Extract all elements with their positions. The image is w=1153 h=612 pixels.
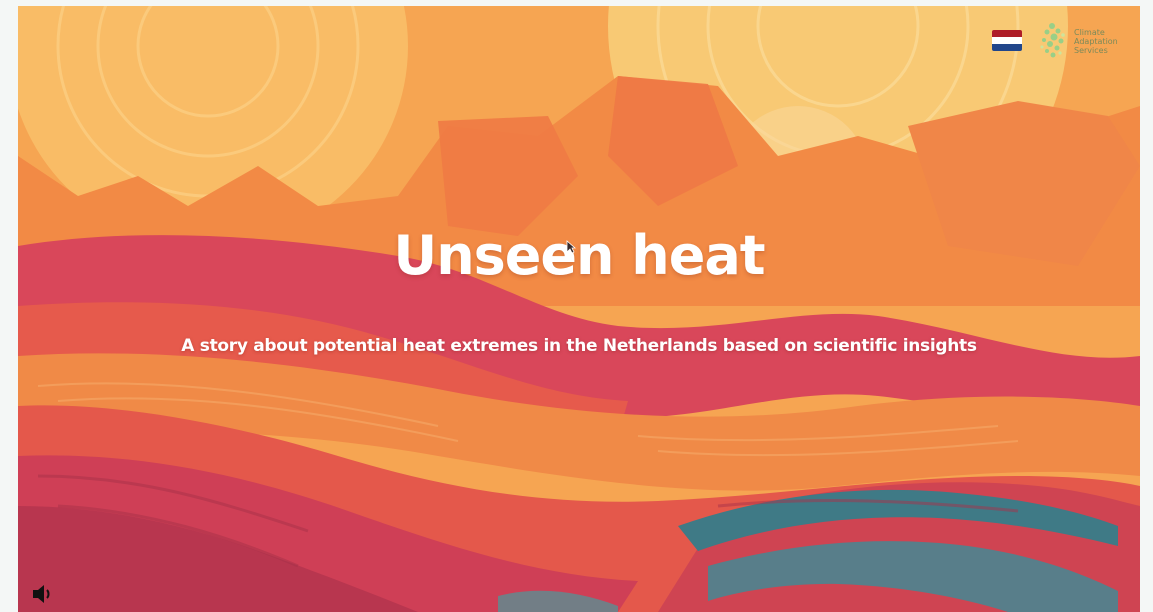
heat-landscape-illustration bbox=[18, 6, 1140, 612]
page-subtitle: A story about potential heat extremes in… bbox=[181, 336, 977, 356]
mouse-cursor-icon bbox=[566, 240, 576, 254]
speaker-icon[interactable] bbox=[30, 582, 56, 606]
language-toggle-button[interactable] bbox=[992, 30, 1022, 51]
page-title: Unseen heat bbox=[393, 224, 765, 287]
logo-line-3: Services bbox=[1074, 45, 1108, 55]
page: Unseen heat A story about potential heat… bbox=[0, 0, 1153, 612]
logo-line-1: Climate bbox=[1074, 27, 1105, 37]
hero-section: Unseen heat A story about potential heat… bbox=[18, 6, 1140, 612]
flag-stripe-white bbox=[992, 37, 1022, 44]
flag-stripe-blue bbox=[992, 44, 1022, 51]
climate-adaptation-services-logo[interactable]: Climate Adaptation Services bbox=[1038, 22, 1118, 60]
logo-wordmark: Climate Adaptation Services bbox=[1074, 28, 1118, 55]
climate-adaptation-logo-icon bbox=[1040, 23, 1065, 58]
flag-stripe-red bbox=[992, 30, 1022, 37]
logo-line-2: Adaptation bbox=[1074, 36, 1118, 46]
